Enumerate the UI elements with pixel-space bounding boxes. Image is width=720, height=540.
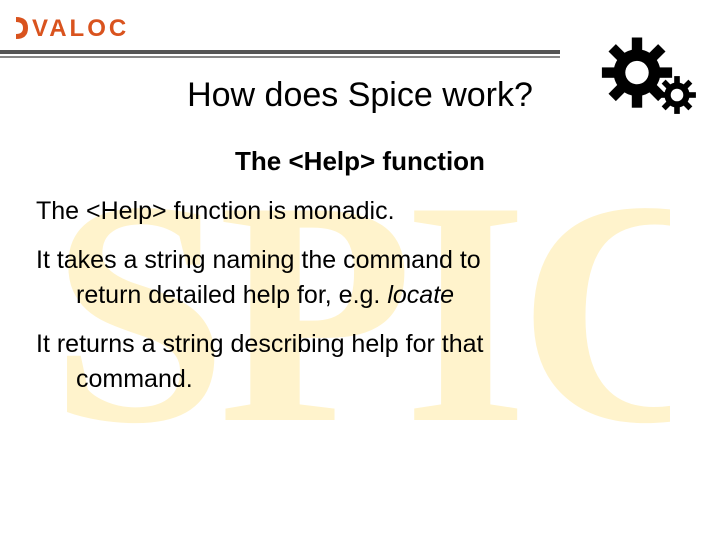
paragraph-3-line1: It returns a string describing help for … xyxy=(36,330,483,358)
paragraph-2-line2-prefix: return detailed help for, e.g. xyxy=(76,281,387,309)
header-rule-thick xyxy=(0,50,560,54)
slide-title: How does Spice work? xyxy=(0,76,720,115)
paragraph-2-line2-ital: locate xyxy=(387,281,454,309)
header-rule-thin xyxy=(0,56,560,58)
paragraph-3-line2: command. xyxy=(36,362,670,397)
slide-body: The <Help> function is monadic. It takes… xyxy=(36,194,670,411)
paragraph-2-line1: It takes a string naming the command to xyxy=(36,246,481,274)
brand-logo: VALOC xyxy=(14,14,174,42)
paragraph-1: The <Help> function is monadic. xyxy=(36,197,395,225)
svg-text:VALOC: VALOC xyxy=(32,15,129,42)
slide-subtitle: The <Help> function xyxy=(0,146,720,177)
